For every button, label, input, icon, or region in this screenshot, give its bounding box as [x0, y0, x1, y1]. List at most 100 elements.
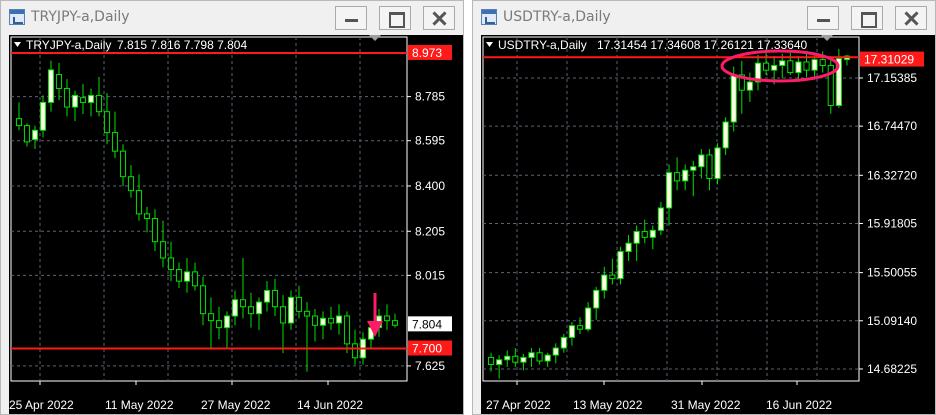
candle-body: [649, 229, 656, 238]
chart-shift-marker-icon: [369, 35, 381, 41]
dropdown-triangle-icon: [14, 42, 21, 47]
candle-body: [811, 59, 818, 71]
candle-body: [520, 356, 527, 363]
candle-body: [223, 315, 231, 329]
maximize-button[interactable]: [379, 6, 411, 30]
candle-body: [247, 306, 255, 315]
candle-body: [795, 61, 802, 74]
y-tick-label: 8.595: [415, 134, 445, 148]
candle-body: [674, 172, 681, 182]
maximize-button[interactable]: [851, 6, 883, 30]
candle-body: [601, 274, 608, 291]
candle-body: [151, 217, 159, 243]
chart-window-icon: [9, 9, 25, 25]
candle-body: [496, 359, 503, 366]
chart-window-tryjpy[interactable]: TRYJPY-a,Daily 8.973 7.700 8.785 8.595 8.400…: [0, 0, 464, 415]
candle-body: [762, 62, 770, 71]
candle-body: [167, 257, 175, 271]
candle-body: [159, 241, 167, 259]
candle-body: [487, 356, 495, 366]
chart-window-icon: [481, 9, 497, 25]
candle-body: [255, 301, 263, 315]
candle-body: [609, 274, 616, 280]
candlestick-chart[interactable]: 17.15385 16.74470 16.32720 15.91805 15.50055…: [481, 35, 935, 414]
plot-frame: [482, 36, 860, 382]
close-button[interactable]: [423, 6, 455, 30]
y-tick-label: 14.68225: [867, 362, 917, 376]
candle-body: [552, 347, 559, 356]
candle-body: [175, 269, 183, 282]
candlestick-chart[interactable]: 8.973 7.700 8.785 8.595 8.400 8.205 8.015 7.625…: [9, 35, 463, 414]
close-button[interactable]: [895, 6, 927, 30]
y-tick-label: 8.205: [415, 224, 445, 238]
y-tick-label: 8.785: [415, 90, 445, 104]
current-price-text: 17.31029: [864, 53, 914, 67]
candle-body: [191, 271, 199, 287]
candle-body: [714, 147, 721, 180]
candle-body: [239, 299, 247, 308]
candle-body: [271, 289, 279, 308]
candle-body: [327, 317, 335, 324]
minimize-button[interactable]: [335, 6, 367, 30]
minimize-button[interactable]: [807, 6, 839, 30]
x-tick-label: 27 Apr 2022: [486, 398, 551, 412]
candle-body: [135, 190, 143, 215]
candle-body: [47, 69, 55, 103]
y-tick-label: 15.09140: [867, 314, 917, 328]
highlight-ellipse: [720, 49, 840, 83]
symbol-label: TRYJPY-a,Daily: [26, 38, 111, 52]
candle-body: [335, 315, 343, 324]
candle-body: [351, 343, 359, 359]
candle-body: [706, 154, 713, 180]
candle-body: [391, 320, 399, 326]
candle-body: [103, 111, 111, 134]
candle-body: [199, 285, 207, 315]
candle-body: [544, 354, 551, 362]
dropdown-triangle-icon: [486, 42, 493, 47]
x-tick-label: 16 Jun 2022: [766, 398, 832, 412]
level-price-text: 7.700: [412, 341, 442, 355]
candle-body: [39, 101, 47, 131]
candle-body: [343, 315, 351, 345]
candle-body: [779, 60, 786, 66]
candle-body: [231, 299, 239, 317]
y-tick-label: 15.91805: [867, 216, 917, 230]
candle-body: [15, 118, 23, 127]
candle-body: [504, 355, 511, 361]
x-tick-label: 13 May 2022: [573, 398, 643, 412]
candle-body: [383, 315, 391, 322]
candle-body: [771, 64, 778, 71]
candle-body: [79, 97, 87, 103]
candle-body: [207, 313, 215, 322]
candle-body: [512, 355, 519, 363]
candle-body: [819, 59, 826, 66]
candle-body: [71, 94, 79, 108]
candle-body: [585, 307, 592, 330]
candle-body: [63, 87, 71, 108]
y-tick-label: 15.50055: [867, 266, 917, 280]
candle-body: [263, 289, 271, 303]
candle-body: [803, 61, 810, 71]
candle-body: [31, 129, 39, 141]
x-tick-label: 11 May 2022: [105, 398, 174, 412]
candle-body: [55, 74, 63, 89]
window-titlebar[interactable]: USDTRY-a,Daily: [473, 1, 935, 35]
chart-window-usdtry[interactable]: USDTRY-a,Daily 17.15385 16.74470 16.32720 1…: [472, 0, 936, 415]
window-titlebar[interactable]: TRYJPY-a,Daily: [1, 1, 463, 35]
candle-body: [625, 242, 632, 252]
candle-body: [787, 60, 794, 74]
candle-body: [633, 230, 640, 244]
candle-body: [287, 296, 295, 324]
candle-body: [746, 81, 753, 91]
chart-area[interactable]: 17.15385 16.74470 16.32720 15.91805 15.50055…: [481, 35, 935, 414]
candle-body: [593, 289, 600, 309]
candle-body: [295, 296, 303, 312]
candle-body: [23, 125, 31, 143]
current-price-text: 7.804: [412, 317, 442, 331]
x-tick-label: 27 May 2022: [201, 398, 271, 412]
candle-body: [95, 94, 103, 113]
candle-body: [319, 317, 327, 326]
chart-area[interactable]: 8.973 7.700 8.785 8.595 8.400 8.205 8.015 7.625…: [9, 35, 463, 414]
candle-body: [279, 306, 287, 324]
symbol-label: USDTRY-a,Daily: [498, 38, 587, 52]
